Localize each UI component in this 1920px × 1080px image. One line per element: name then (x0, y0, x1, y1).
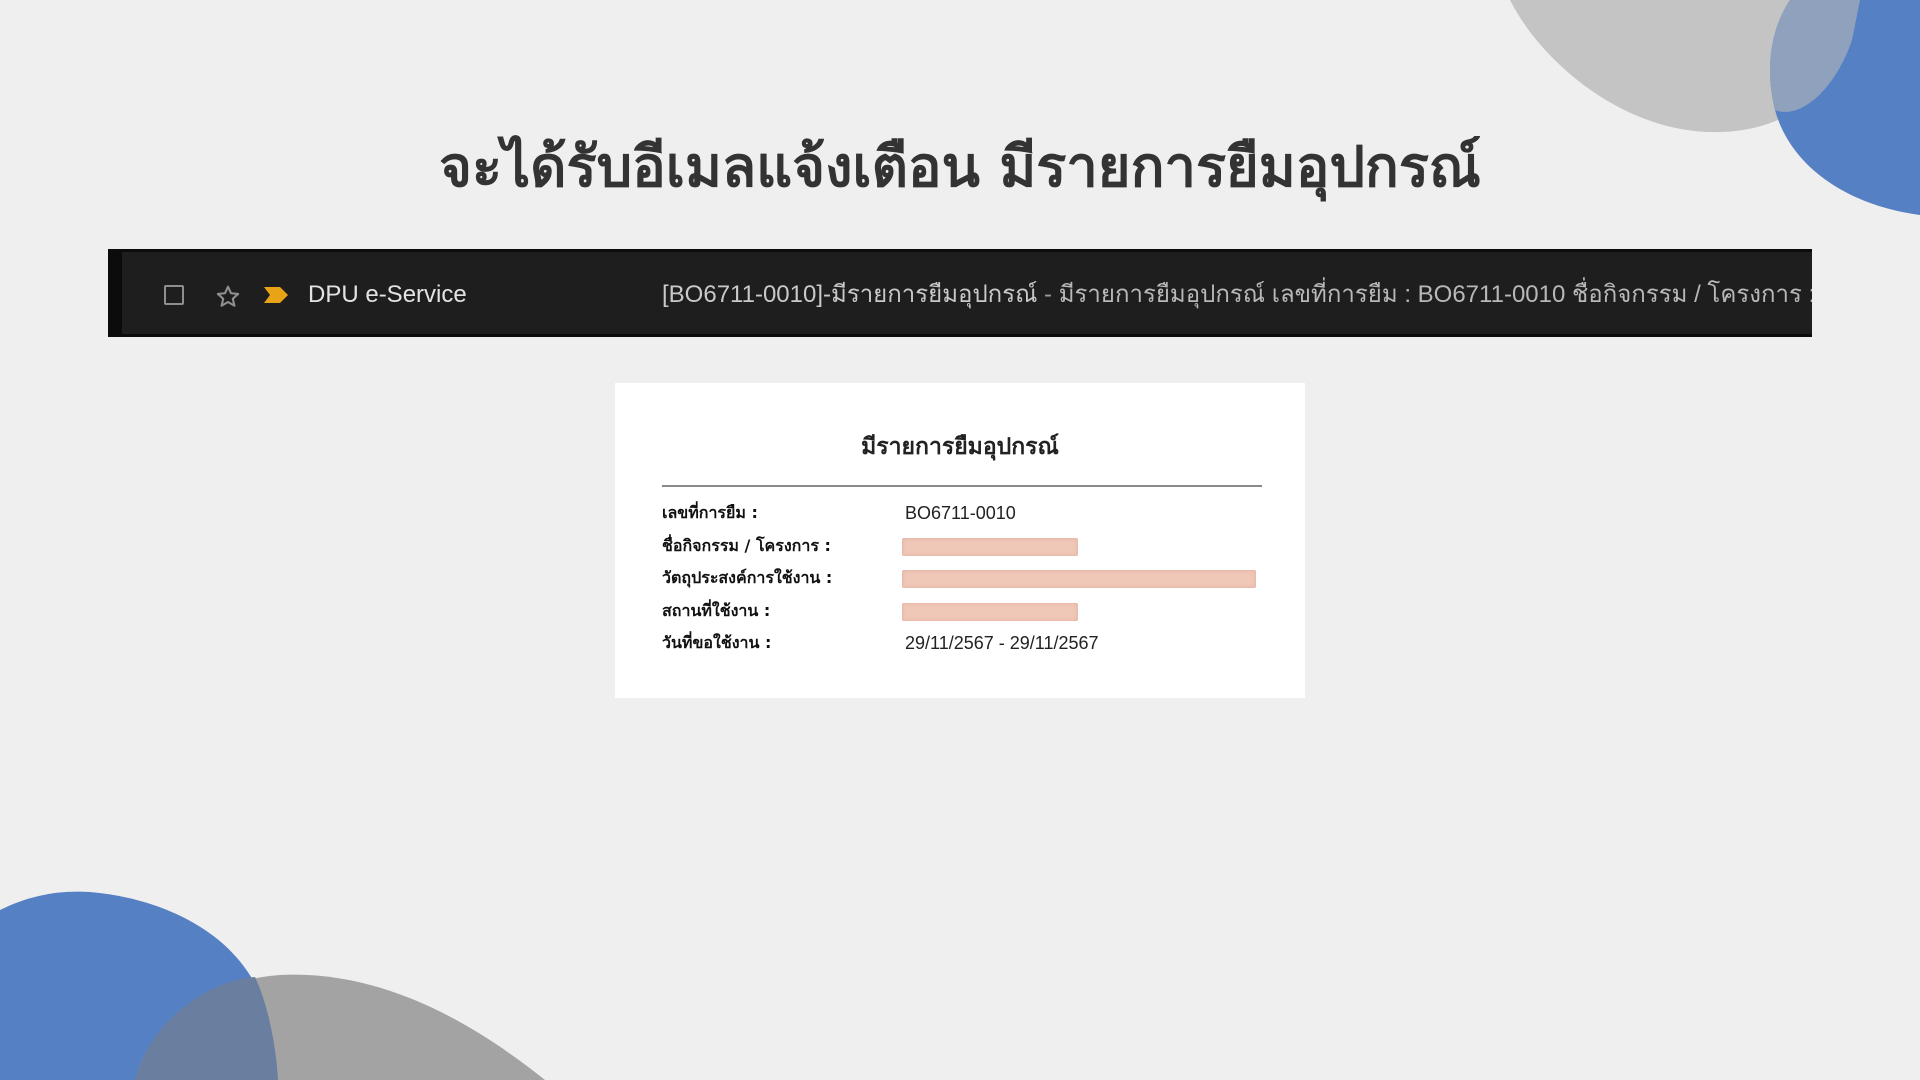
email-snippet: มีรายการยืมอุปกรณ์ เลขที่การยืม : BO6711… (1058, 281, 1812, 308)
email-body-card: มีรายการยืมอุปกรณ์ เลขที่การยืม : BO6711… (615, 383, 1305, 698)
redaction-block (902, 603, 1078, 621)
email-subject-line: [BO6711-0010]-มีรายการยืมอุปกรณ์ - มีราย… (662, 278, 1812, 312)
divider (662, 485, 1262, 487)
field-row-purpose: วัตถุประสงค์การใช้งาน : (662, 564, 1262, 592)
field-row-activity: ชื่อกิจกรรม / โครงการ : (662, 532, 1262, 560)
redaction-block (902, 538, 1078, 556)
checkbox-icon[interactable] (164, 285, 184, 305)
inbox-email-row[interactable]: DPU e-Service [BO6711-0010]-มีรายการยืมอ… (108, 249, 1812, 337)
field-value: BO6711-0010 (905, 503, 1016, 523)
slide-title: จะได้รับอีเมลแจ้งเตือน มีรายการยืมอุปกรณ… (439, 135, 1481, 200)
field-row-loan-number: เลขที่การยืม : BO6711-0010 (662, 499, 1262, 527)
email-sender: DPU e-Service (308, 281, 467, 308)
field-value: 29/11/2567 - 29/11/2567 (905, 633, 1099, 653)
decorative-blob-bottom-left (0, 891, 545, 1080)
field-row-date: วันที่ขอใช้งาน : 29/11/2567 - 29/11/2567 (662, 629, 1262, 657)
subject-separator: - (1037, 281, 1059, 308)
slide: จะได้รับอีเมลแจ้งเตือน มีรายการยืมอุปกรณ… (0, 0, 1920, 1080)
star-icon[interactable] (214, 283, 242, 311)
important-marker-icon[interactable] (263, 286, 289, 304)
field-label: ชื่อกิจกรรม / โครงการ : (662, 536, 831, 555)
field-label: สถานที่ใช้งาน : (662, 601, 771, 620)
field-label: เลขที่การยืม : (662, 503, 758, 522)
field-label: วัตถุประสงค์การใช้งาน : (662, 568, 833, 587)
redaction-block (902, 570, 1256, 588)
field-row-location: สถานที่ใช้งาน : (662, 597, 1262, 625)
email-subject: [BO6711-0010]-มีรายการยืมอุปกรณ์ (662, 281, 1038, 308)
email-heading: มีรายการยืมอุปกรณ์ (861, 434, 1059, 460)
field-label: วันที่ขอใช้งาน : (662, 633, 772, 652)
